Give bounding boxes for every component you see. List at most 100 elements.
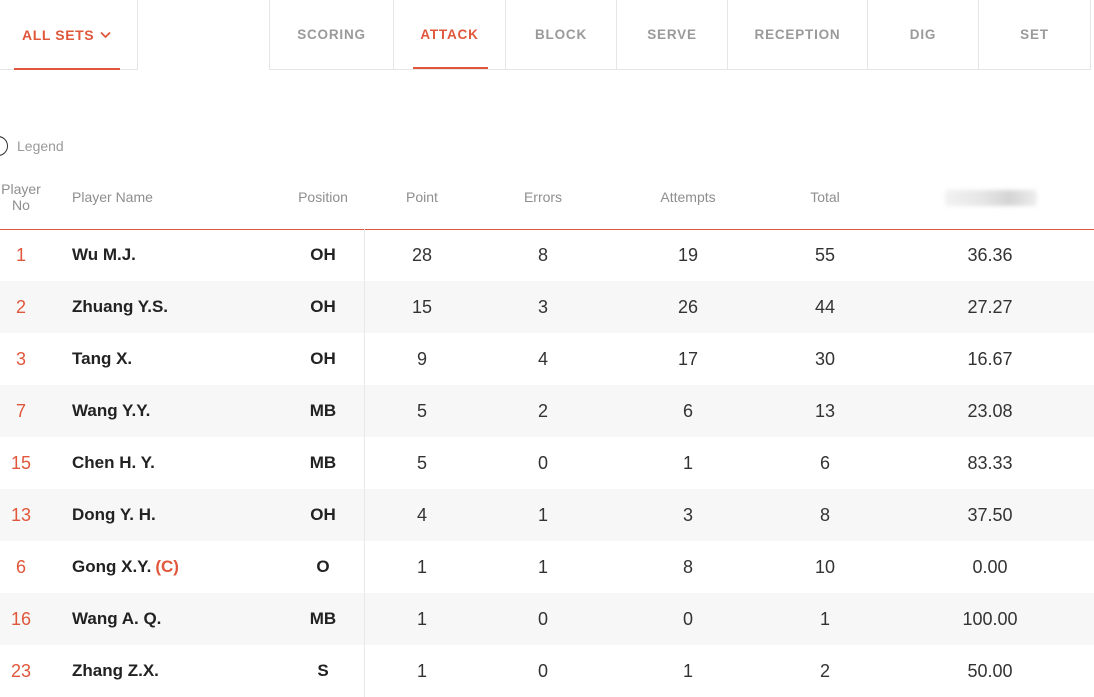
player-position: O (316, 557, 330, 576)
table-row: 1 Wu M.J. OH 28 8 19 55 36.36 (0, 229, 1094, 281)
attack-errors: 0 (537, 609, 548, 629)
player-name-link[interactable]: Wang A. Q. (72, 593, 165, 645)
player-number: 3 (15, 349, 26, 369)
attack-point: 4 (416, 505, 427, 525)
table-row: 7 Wang Y.Y. MB 5 2 6 13 23.08 (0, 385, 1094, 437)
attack-efficiency: 23.08 (967, 401, 1013, 421)
player-name: Dong Y. H. (72, 505, 156, 524)
attack-total: 55 (814, 245, 836, 265)
tab-label: ATTACK (420, 27, 479, 42)
attack-attempts: 26 (677, 297, 699, 317)
attack-errors: 8 (537, 245, 548, 265)
player-number: 16 (10, 609, 32, 629)
player-position: OH (310, 245, 336, 264)
tab-reception[interactable]: RECEPTION (728, 0, 868, 69)
player-name-link[interactable]: Chen H. Y. (72, 437, 159, 489)
legend-toggle[interactable]: Legend (0, 132, 64, 160)
legend-label: Legend (17, 138, 64, 154)
captain-badge: (C) (155, 557, 179, 576)
table-row: 13 Dong Y. H. OH 4 1 3 8 37.50 (0, 489, 1094, 541)
player-number: 15 (10, 453, 32, 473)
attack-efficiency: 27.27 (967, 297, 1013, 317)
tab-serve[interactable]: SERVE (617, 0, 728, 69)
player-position: MB (309, 453, 337, 472)
player-name-link[interactable]: Zhuang Y.S. (72, 281, 172, 333)
sets-filter-container: ALL SETS (0, 0, 138, 70)
player-name-link[interactable]: Dong Y. H. (72, 489, 160, 541)
column-divider (364, 385, 365, 437)
column-header-point: Point (406, 189, 438, 205)
column-divider (364, 333, 365, 385)
table-row: 15 Chen H. Y. MB 5 0 1 6 83.33 (0, 437, 1094, 489)
player-name: Wu M.J. (72, 245, 136, 264)
stat-category-tabs: SCORING ATTACK BLOCK SERVE RECEPTION DIG… (269, 0, 1091, 70)
attack-errors: 1 (537, 505, 548, 525)
attack-table-header: Player No Player Name Position Point Err… (0, 176, 1094, 230)
column-header-efficiency-blurred (945, 190, 1037, 206)
player-name-link[interactable]: Wu M.J. (72, 229, 140, 281)
attack-point: 1 (416, 557, 427, 577)
tab-label: SET (1020, 27, 1049, 42)
stats-navigation: ALL SETS SCORING ATTACK BLOCK SERVE RECE… (0, 0, 1094, 72)
attack-total: 44 (814, 297, 836, 317)
tab-attack[interactable]: ATTACK (394, 0, 506, 69)
attack-efficiency: 36.36 (967, 245, 1013, 265)
table-row: 6 Gong X.Y. (C) O 1 1 8 10 0.00 (0, 541, 1094, 593)
attack-errors: 2 (537, 401, 548, 421)
player-name: Tang X. (72, 349, 133, 368)
attack-attempts: 6 (682, 401, 693, 421)
attack-total: 10 (814, 557, 836, 577)
all-sets-dropdown[interactable]: ALL SETS (14, 0, 120, 70)
column-divider (364, 229, 365, 281)
attack-efficiency: 0.00 (972, 557, 1008, 577)
tab-dig[interactable]: DIG (868, 0, 979, 69)
attack-efficiency: 37.50 (967, 505, 1013, 525)
player-name-link[interactable]: Zhang Z.X. (72, 645, 163, 697)
player-name-link[interactable]: Tang X. (72, 333, 136, 385)
player-position: MB (309, 401, 337, 420)
tab-label: DIG (909, 27, 937, 42)
column-header-player-no: Player No (0, 181, 42, 213)
column-header-position: Position (298, 189, 348, 205)
attack-attempts: 3 (682, 505, 693, 525)
attack-attempts: 1 (682, 661, 693, 681)
column-divider (364, 593, 365, 645)
player-name: Zhuang Y.S. (72, 297, 169, 316)
player-name-link[interactable]: Wang Y.Y. (72, 385, 154, 437)
attack-attempts: 19 (677, 245, 699, 265)
tab-label: SERVE (647, 27, 697, 42)
column-divider (364, 489, 365, 541)
player-name: Chen H. Y. (72, 453, 155, 472)
table-row: 2 Zhuang Y.S. OH 15 3 26 44 27.27 (0, 281, 1094, 333)
player-number: 13 (10, 505, 32, 525)
player-number: 2 (15, 297, 26, 317)
column-divider (364, 645, 365, 697)
attack-total: 30 (814, 349, 836, 369)
attack-total: 1 (819, 609, 830, 629)
player-position: OH (310, 349, 336, 368)
attack-errors: 3 (537, 297, 548, 317)
attack-errors: 0 (537, 453, 548, 473)
player-name: Wang A. Q. (72, 609, 162, 628)
table-row: 16 Wang A. Q. MB 1 0 0 1 100.00 (0, 593, 1094, 645)
tab-scoring[interactable]: SCORING (270, 0, 394, 69)
tab-block[interactable]: BLOCK (506, 0, 617, 69)
player-number: 1 (15, 245, 26, 265)
all-sets-label: ALL SETS (22, 27, 95, 43)
tab-set[interactable]: SET (979, 0, 1091, 69)
attack-errors: 1 (537, 557, 548, 577)
attack-total: 13 (814, 401, 836, 421)
column-header-errors: Errors (523, 189, 563, 205)
attack-table-body: 1 Wu M.J. OH 28 8 19 55 36.36 2 Zhuang Y… (0, 229, 1094, 697)
player-name: Gong X.Y. (72, 557, 152, 576)
player-number: 23 (10, 661, 32, 681)
attack-point: 1 (416, 609, 427, 629)
column-header-player-no-line1: Player (1, 181, 41, 197)
chevron-down-icon (100, 31, 111, 39)
attack-attempts: 17 (677, 349, 699, 369)
attack-point: 5 (416, 401, 427, 421)
attack-point: 15 (411, 297, 433, 317)
attack-errors: 4 (537, 349, 548, 369)
legend-circle-icon (0, 136, 8, 156)
player-name-link[interactable]: Gong X.Y. (C) (72, 541, 179, 593)
